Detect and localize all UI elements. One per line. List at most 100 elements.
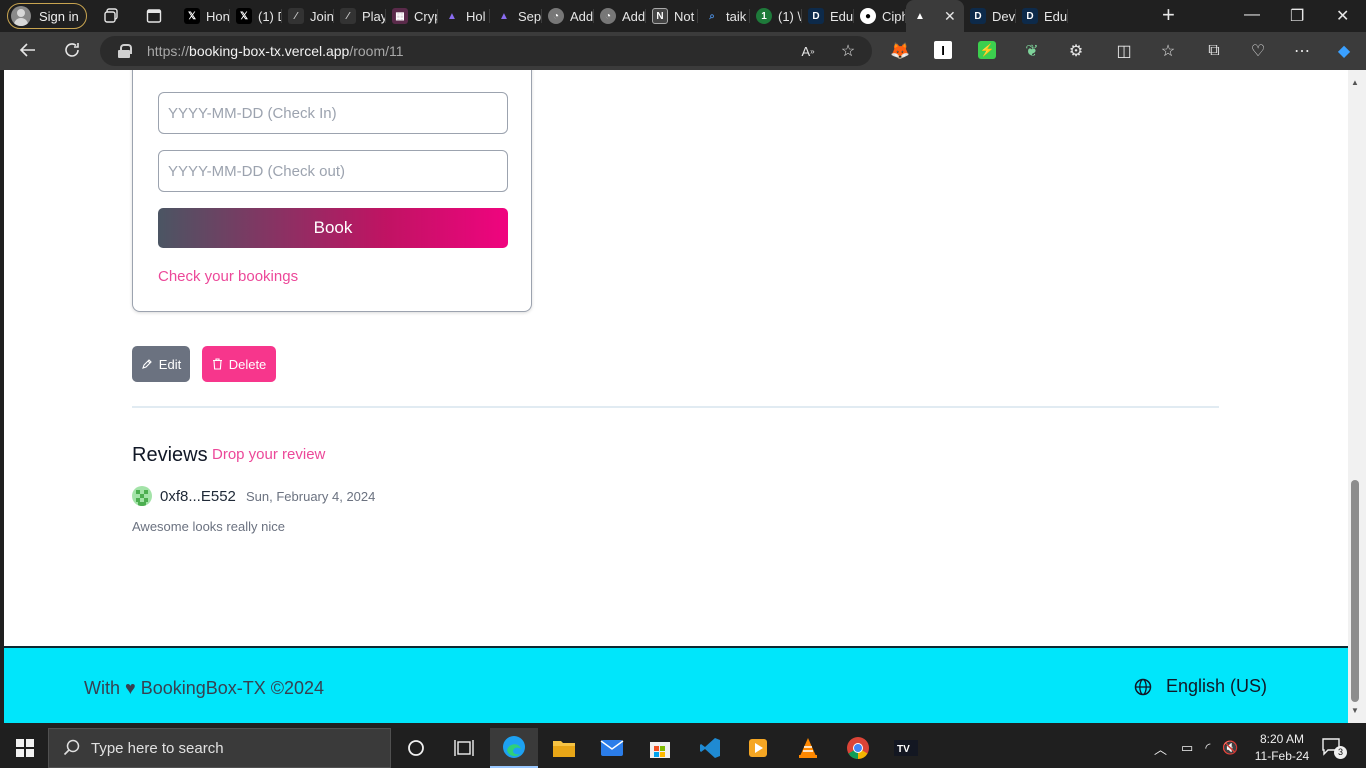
search-logo-icon: ⌕ [709,10,715,22]
tab-label: Edu [830,8,854,24]
slash-logo-icon: ⁄ [340,8,356,24]
tab[interactable]: ◔ Add [542,0,594,32]
tab-label: (1) \ [778,8,802,24]
edit-button[interactable]: Edit [132,346,190,382]
favorite-star-icon[interactable]: ☆ [838,41,858,61]
tab[interactable]: ▦ Cryp [386,0,438,32]
instapaper-extension-icon[interactable]: I [934,41,952,59]
split-screen-icon[interactable]: ◫ [1114,41,1134,61]
d-logo-icon: D [1022,8,1038,24]
taskbar-search-box[interactable]: Type here to search [48,728,391,768]
media-player-icon[interactable] [734,728,782,768]
tab[interactable]: ⌕ taik [698,0,750,32]
back-arrow-icon[interactable] [18,40,38,64]
cortana-icon[interactable] [392,728,440,768]
check-bookings-link[interactable]: Check your bookings [158,268,298,285]
check-out-input[interactable] [158,150,508,192]
site-footer: With ♥ BookingBox-TX ©2024 English (US) [4,646,1348,723]
notification-center-icon[interactable]: 3 [1322,738,1347,759]
tab-label: Ciph [882,8,906,24]
chart-logo-icon: ◔ [548,8,564,24]
vscode-icon[interactable] [686,728,734,768]
scrollbar-thumb[interactable] [1351,480,1359,702]
volume-muted-icon[interactable]: 🔇 [1222,740,1238,756]
collections-icon[interactable]: ⧉ [1204,41,1224,61]
refresh-icon[interactable] [62,40,82,64]
section-divider [132,406,1219,408]
tab[interactable]: 𝕏 (1) D [230,0,282,32]
scroll-up-arrow-icon[interactable]: ▲ [1351,78,1359,87]
tab-label: Add [622,8,646,24]
drop-review-link[interactable]: Drop your review [212,446,325,463]
new-tab-button[interactable]: + [1162,4,1175,26]
taskbar-clock[interactable]: 8:20 AM 11-Feb-24 [1252,731,1312,765]
review-date: Sun, February 4, 2024 [246,489,376,504]
edit-label: Edit [158,356,182,372]
tab[interactable]: 𝕏 Hon [178,0,230,32]
reviewer-address: 0xf8...E552 [160,488,236,505]
tab-label: Join [310,8,334,24]
file-explorer-icon[interactable] [540,728,588,768]
battery-icon[interactable]: ▭ [1181,740,1193,756]
extensions-puzzle-icon[interactable]: ⚙ [1066,41,1086,61]
read-aloud-icon[interactable]: A» [798,41,818,61]
minimize-icon[interactable]: — [1244,6,1260,24]
edge-taskbar-icon[interactable] [490,728,538,768]
show-hidden-icons-icon[interactable]: ︿ [1154,739,1167,758]
copilot-icon[interactable]: ◆ [1334,41,1354,61]
more-menu-icon[interactable]: ⋯ [1292,41,1312,61]
review-text: Awesome looks really nice [132,519,285,534]
tab-label: Hon [206,8,230,24]
lock-icon[interactable] [118,44,132,58]
tab[interactable]: N Not [646,0,698,32]
window-close-icon[interactable]: ✕ [1336,6,1349,26]
vlc-icon[interactable] [784,728,832,768]
metamask-extension-icon[interactable]: 🦊 [890,41,910,61]
footer-copyright: With ♥ BookingBox-TX ©2024 [84,678,325,698]
url-path: /room/11 [349,43,404,59]
tab-label: Play [362,8,386,24]
url-host: booking-box-tx.vercel.app [189,43,350,59]
close-tab-icon[interactable]: ✕ [944,8,956,25]
tab[interactable]: ▲ Sep [490,0,542,32]
tab-actions-icon[interactable] [146,8,162,24]
task-view-icon[interactable] [440,728,488,768]
tab-label: Add [570,8,594,24]
tab-label: Sep [518,8,542,24]
delete-button[interactable]: Delete [202,346,276,382]
browser-toolbar: https://booking-box-tx.vercel.app/room/1… [0,32,1366,70]
tab[interactable]: D Edu [802,0,854,32]
address-bar[interactable]: https://booking-box-tx.vercel.app/room/1… [100,36,872,66]
favorites-icon[interactable]: ☆ [1158,41,1178,61]
book-button[interactable]: Book [158,208,508,248]
chrome-icon[interactable] [834,728,882,768]
trash-icon [212,358,223,370]
microsoft-store-icon[interactable] [636,728,684,768]
tab-active[interactable]: ▲ ✕ [906,0,964,32]
tab[interactable]: D Dev [964,0,1016,32]
windows-taskbar: Type here to search TV ︿ ▭ ◜ 🔇 8:20 AM 1… [0,728,1366,768]
restore-icon[interactable]: ❐ [1290,6,1304,26]
slash-logo-icon: ⁄ [288,8,304,24]
tab[interactable]: ▲ Hol [438,0,490,32]
tab[interactable]: ⁄ Join [282,0,334,32]
language-selector[interactable]: English (US) [1134,676,1267,697]
profile-sign-in-button[interactable]: Sign in [7,3,87,29]
tab[interactable]: ⁄ Play [334,0,386,32]
tradingview-icon[interactable]: TV [882,728,930,768]
leaf-extension-icon[interactable]: ❦ [1022,41,1042,61]
tab[interactable]: D Edu [1016,0,1068,32]
workspaces-icon[interactable] [104,8,120,24]
browser-essentials-icon[interactable]: ♡ [1248,41,1268,61]
scroll-down-arrow-icon[interactable]: ▼ [1351,706,1359,715]
check-in-input[interactable] [158,92,508,134]
tab[interactable]: 1 (1) \ [750,0,802,32]
wifi-icon[interactable]: ◜ [1205,740,1210,756]
tab[interactable]: ● Ciph [854,0,906,32]
mail-icon[interactable] [588,728,636,768]
green-extension-icon[interactable]: ⚡ [978,41,996,59]
globe-icon [1134,678,1152,696]
windows-start-icon[interactable] [16,739,34,757]
tab[interactable]: ◔ Add [594,0,646,32]
d-logo-icon: D [808,8,824,24]
